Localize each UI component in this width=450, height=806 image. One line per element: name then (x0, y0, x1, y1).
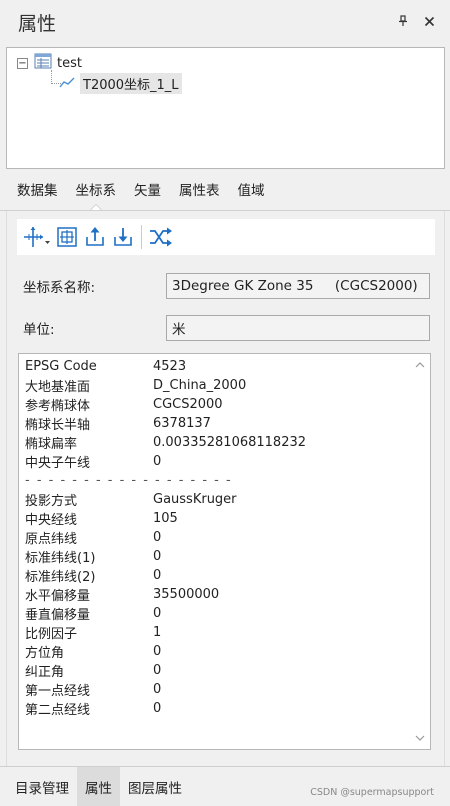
info-key: 原点纬线 (25, 532, 78, 547)
info-row: 标准纬线(1) 0 (25, 547, 306, 566)
toolbar-separator (141, 225, 142, 249)
info-key: 参考椭球体 (25, 399, 91, 414)
info-key: 大地基准面 (25, 380, 91, 395)
tab-attribute-table[interactable]: 属性表 (170, 179, 229, 210)
coordinate-toolbar (17, 219, 435, 255)
info-value: 35500000 (153, 587, 220, 602)
info-value: 4523 (153, 359, 187, 374)
datasource-label: test (57, 55, 82, 71)
pin-icon[interactable] (396, 14, 410, 28)
info-row: 中央经线 105 (25, 509, 306, 528)
info-key: 第一点经线 (25, 684, 91, 699)
tab-coordinate-system[interactable]: 坐标系 (67, 179, 126, 210)
coordinate-name-label: 坐标系名称: (23, 280, 96, 296)
info-key: 椭球扁率 (25, 437, 78, 452)
info-key: 垂直偏移量 (25, 608, 91, 623)
info-key: 第二点经线 (25, 703, 91, 718)
import-icon[interactable] (111, 223, 135, 251)
info-key: 标准纬线(1) (25, 551, 96, 566)
tab-dataset[interactable]: 数据集 (8, 179, 67, 210)
unit-row: 单位: 米 (7, 315, 446, 341)
info-key: 比例因子 (25, 627, 78, 642)
collapse-icon[interactable]: − (17, 57, 28, 69)
scroll-up-icon[interactable] (414, 360, 426, 370)
info-row: 椭球扁率 0.00335281068118232 (25, 433, 306, 452)
shuffle-icon[interactable] (148, 223, 174, 251)
bottom-panel-tabs: 目录管理 属性 图层属性 CSDN @supermapsupport (0, 766, 450, 806)
info-value: 1 (153, 625, 162, 640)
info-value: 0 (153, 682, 162, 697)
info-value: 0.00335281068118232 (153, 435, 307, 450)
info-key: 纠正角 (25, 665, 65, 680)
tab-layer-properties[interactable]: 图层属性 (120, 767, 190, 806)
info-key: 方位角 (25, 646, 65, 661)
info-key: 中央子午线 (25, 456, 91, 471)
info-key: 标准纬线(2) (25, 570, 96, 585)
info-row: 水平偏移量 35500000 (25, 585, 306, 604)
dataset-label: T2000坐标_1_L (80, 73, 182, 94)
header-buttons (396, 14, 436, 28)
coordinate-name-field[interactable]: 3Degree GK Zone 35 (CGCS2000) (166, 273, 430, 299)
info-key: 投影方式 (25, 494, 78, 509)
tab-catalog-manager[interactable]: 目录管理 (7, 767, 77, 806)
info-value: 0 (153, 644, 162, 659)
panel-header: 属性 (0, 0, 450, 44)
info-row: 中央子午线 0 (25, 452, 306, 471)
coordinate-info-list: EPSG Code 4523 大地基准面 D_China_2000 参考椭球体 CGC… (25, 357, 306, 718)
info-value: 0 (153, 454, 162, 469)
info-row: 大地基准面 D_China_2000 (25, 376, 306, 395)
info-row: 第一点经线 0 (25, 680, 306, 699)
info-row: 比例因子 1 (25, 623, 306, 642)
info-value: 0 (153, 701, 162, 716)
scroll-down-icon[interactable] (414, 733, 426, 743)
tree-connector (51, 70, 52, 84)
info-key: 水平偏移量 (25, 589, 91, 604)
info-row: EPSG Code 4523 (25, 357, 306, 376)
info-row: 投影方式 GaussKruger (25, 490, 306, 509)
tab-properties[interactable]: 属性 (77, 767, 120, 806)
info-value: 0 (153, 549, 162, 564)
info-key: EPSG Code (25, 359, 97, 374)
export-icon[interactable] (83, 223, 107, 251)
info-value: 105 (153, 511, 178, 526)
info-row: 垂直偏移量 0 (25, 604, 306, 623)
info-value: 0 (153, 606, 162, 621)
projection-transform-icon[interactable] (55, 223, 79, 251)
panel-title: 属性 (18, 12, 57, 35)
info-row: 椭球长半轴 6378137 (25, 414, 306, 433)
coordinate-name-row: 坐标系名称: 3Degree GK Zone 35 (CGCS2000) (7, 273, 446, 299)
info-value: CGCS2000 (153, 397, 223, 412)
info-value: 0 (153, 530, 162, 545)
info-row: 纠正角 0 (25, 661, 306, 680)
set-coordinate-dropdown-button[interactable] (21, 223, 51, 251)
info-row: 标准纬线(2) 0 (25, 566, 306, 585)
coordinate-info-box[interactable]: EPSG Code 4523 大地基准面 D_China_2000 参考椭球体 CGC… (18, 353, 431, 750)
info-key: 椭球长半轴 (25, 418, 91, 433)
info-row: 第二点经线 0 (25, 699, 306, 718)
datasource-icon (34, 53, 52, 73)
tree-node-dataset[interactable]: T2000坐标_1_L (59, 73, 182, 94)
line-dataset-icon (59, 76, 75, 92)
info-row: 参考椭球体 CGCS2000 (25, 395, 306, 414)
info-row: 原点纬线 0 (25, 528, 306, 547)
tree-node-datasource[interactable]: − test (17, 53, 82, 73)
unit-field[interactable]: 米 (166, 315, 430, 341)
info-separator: - - - - - - - - - - - - - - - - - - (25, 473, 233, 488)
info-key: 中央经线 (25, 513, 78, 528)
dataset-tree[interactable]: − test T2000坐标_1_L (6, 47, 445, 169)
info-value: 6378137 (153, 416, 211, 431)
info-value: 0 (153, 663, 162, 678)
unit-label: 单位: (23, 322, 55, 338)
info-value: 0 (153, 568, 162, 583)
info-value: GaussKruger (153, 492, 237, 507)
close-icon[interactable] (422, 14, 436, 28)
watermark: CSDN @supermapsupport (310, 787, 434, 798)
tab-domain[interactable]: 值域 (229, 179, 274, 210)
tab-vector[interactable]: 矢量 (125, 179, 170, 210)
info-value: D_China_2000 (153, 378, 247, 393)
info-row: 方位角 0 (25, 642, 306, 661)
info-separator-row: - - - - - - - - - - - - - - - - - - (25, 471, 306, 490)
property-tabs: 数据集 坐标系 矢量 属性表 值域 (0, 176, 450, 210)
coordinate-system-panel: 坐标系名称: 3Degree GK Zone 35 (CGCS2000) 单位:… (6, 211, 445, 766)
